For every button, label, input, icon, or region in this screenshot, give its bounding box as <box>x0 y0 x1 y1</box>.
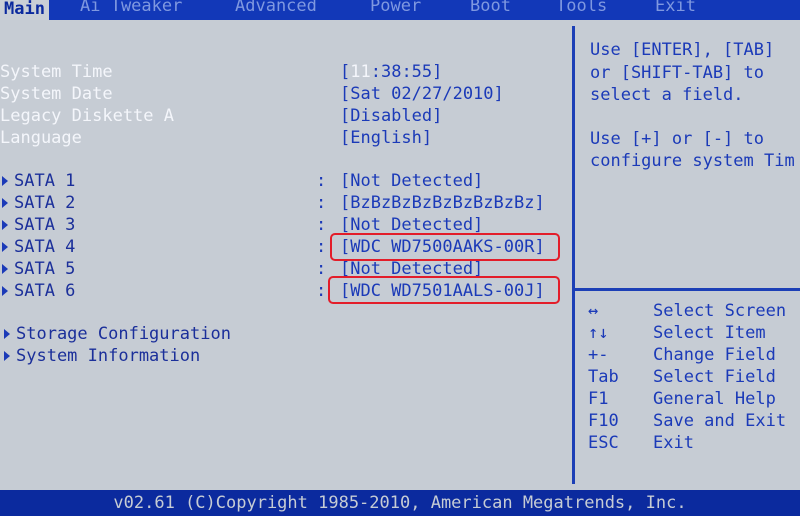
sata-4-label: SATA 4 <box>14 237 76 257</box>
tab-tools[interactable]: Tools <box>556 0 607 15</box>
sata-3-label: SATA 3 <box>14 215 76 235</box>
sata-3-colon: : <box>316 215 327 235</box>
key-f1: F1 <box>588 389 609 409</box>
tab-ai-tweaker[interactable]: Ai Tweaker <box>80 0 182 15</box>
tab-boot[interactable]: Boot <box>470 0 511 15</box>
setting-system-time-label[interactable]: System Time <box>0 61 113 83</box>
sata-6-label: SATA 6 <box>14 281 76 301</box>
menu-bar: Main Ai Tweaker Advanced Power Boot Tool… <box>0 0 800 20</box>
setting-legacy-diskette-label[interactable]: Legacy Diskette A <box>0 105 174 127</box>
sata-1-colon: : <box>316 171 327 191</box>
sata-1-label: SATA 1 <box>14 171 76 191</box>
key-desc-select-item: Select Item <box>653 323 766 343</box>
system-time-bracket: [ <box>340 62 351 82</box>
setting-legacy-diskette-value[interactable]: [Disabled] <box>340 105 442 127</box>
key-arrows-ud-icon: ↑↓ <box>588 323 609 343</box>
help-line-4: Use [+] or [-] to <box>590 129 764 149</box>
submenu-system-information[interactable]: System Information <box>4 345 200 367</box>
key-desc-save-and-exit: Save and Exit <box>653 411 787 431</box>
submenu-arrow-icon <box>2 198 8 208</box>
submenu-arrow-icon <box>2 242 8 252</box>
setting-language-value[interactable]: [English] <box>340 127 432 149</box>
setting-system-date-label[interactable]: System Date <box>0 83 113 105</box>
key-plus-minus: +- <box>588 345 609 365</box>
sata-3-item[interactable]: SATA 3 <box>2 214 75 236</box>
key-desc-change-field: Change Field <box>653 345 776 365</box>
system-information-label: System Information <box>16 346 201 366</box>
panel-divider-horizontal <box>575 288 800 291</box>
sata-4-colon: : <box>316 237 327 257</box>
key-arrows-lr-icon: ↔ <box>588 301 599 321</box>
key-desc-general-help: General Help <box>653 389 776 409</box>
sata-5-label: SATA 5 <box>14 259 76 279</box>
setting-system-time-value[interactable]: [11:38:55] <box>340 61 442 83</box>
setting-language-label[interactable]: Language <box>0 127 82 149</box>
submenu-arrow-icon <box>2 220 8 230</box>
submenu-storage-configuration[interactable]: Storage Configuration <box>4 323 231 345</box>
submenu-arrow-icon <box>4 329 10 339</box>
help-line-1: Use [ENTER], [TAB] <box>590 40 775 60</box>
bios-screen: Main Ai Tweaker Advanced Power Boot Tool… <box>0 0 800 516</box>
key-esc: ESC <box>588 433 619 453</box>
help-line-5: configure system Tim <box>590 151 795 171</box>
key-desc-select-screen: Select Screen <box>653 301 787 321</box>
submenu-arrow-icon <box>4 351 10 361</box>
system-time-rest[interactable]: :38:55] <box>371 62 443 82</box>
submenu-arrow-icon <box>2 176 8 186</box>
tab-main[interactable]: Main <box>0 0 49 20</box>
tab-exit[interactable]: Exit <box>655 0 696 15</box>
setting-system-date-value[interactable]: [Sat 02/27/2010] <box>340 83 504 105</box>
system-time-hours[interactable]: 11 <box>350 62 370 82</box>
sata-6-item[interactable]: SATA 6 <box>2 280 75 302</box>
sata-2-value: [BzBzBzBzBzBzBzBzBz] <box>340 193 545 213</box>
sata-5-item[interactable]: SATA 5 <box>2 258 75 280</box>
key-f10: F10 <box>588 411 619 431</box>
sata-5-colon: : <box>316 259 327 279</box>
sata-1-value: [Not Detected] <box>340 171 484 191</box>
key-desc-select-field: Select Field <box>653 367 776 387</box>
highlight-box-sata-4 <box>330 233 560 261</box>
copyright-footer: v02.61 (C)Copyright 1985-2010, American … <box>0 490 800 516</box>
sata-4-item[interactable]: SATA 4 <box>2 236 75 258</box>
highlight-box-sata-6 <box>328 276 560 304</box>
sata-1-item[interactable]: SATA 1 <box>2 170 75 192</box>
sata-6-colon: : <box>316 281 327 301</box>
submenu-arrow-icon <box>2 286 8 296</box>
key-tab: Tab <box>588 367 619 387</box>
sata-2-label: SATA 2 <box>14 193 76 213</box>
tab-power[interactable]: Power <box>370 0 421 15</box>
sata-2-item[interactable]: SATA 2 <box>2 192 75 214</box>
sata-2-colon: : <box>316 193 327 213</box>
storage-configuration-label: Storage Configuration <box>16 324 231 344</box>
help-line-3: select a field. <box>590 85 744 105</box>
help-line-2: or [SHIFT-TAB] to <box>590 63 764 83</box>
panel-divider-vertical <box>572 26 575 484</box>
submenu-arrow-icon <box>2 264 8 274</box>
tab-advanced[interactable]: Advanced <box>235 0 317 15</box>
key-desc-exit: Exit <box>653 433 694 453</box>
